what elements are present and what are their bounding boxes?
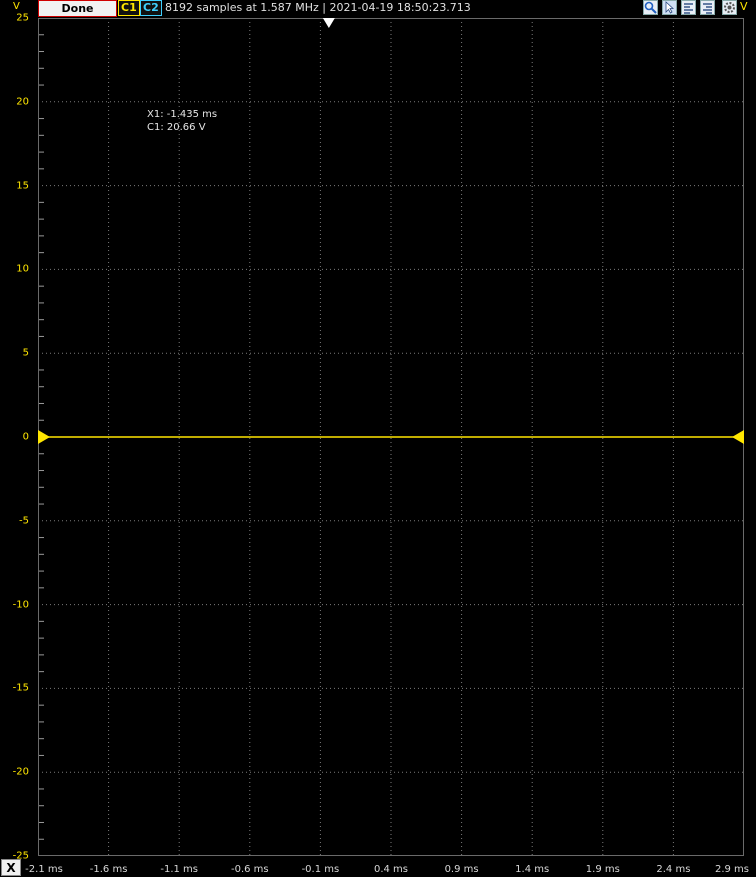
x-tick-label: 1.9 ms bbox=[585, 864, 620, 875]
x-tick-label: -2.1 ms bbox=[25, 864, 63, 875]
y-tick-label: 20 bbox=[16, 96, 29, 108]
x-tick-label: -1.6 ms bbox=[89, 864, 128, 875]
c1-offset-marker-left bbox=[38, 430, 50, 444]
cursor-c1-value: C1: 20.66 V bbox=[147, 122, 206, 133]
acquisition-status: 8192 samples at 1.587 MHz | 2021-04-19 1… bbox=[165, 1, 471, 14]
trigger-marker bbox=[322, 18, 335, 28]
toolbar: V Done C1 C2 8192 samples at 1.587 MHz |… bbox=[0, 0, 756, 17]
x-tick-label: -0.6 ms bbox=[230, 864, 269, 875]
cursor-x1-value: X1: -1.435 ms bbox=[147, 109, 218, 120]
y-tick-label: -15 bbox=[12, 682, 29, 694]
scroll-indicator: V bbox=[740, 0, 748, 13]
pointer-icon[interactable] bbox=[662, 0, 677, 15]
x-tick-label: 2.4 ms bbox=[656, 864, 691, 875]
c1-offset-marker-right bbox=[732, 430, 744, 444]
y-tick-label: -10 bbox=[12, 599, 29, 611]
y-tick-label: 0 bbox=[22, 431, 29, 443]
y-axis-unit: V bbox=[13, 1, 20, 12]
x-axis: -2.1 ms -1.6 ms -1.1 ms -0.6 ms -0.1 ms 0.4 m… bbox=[0, 858, 756, 877]
y-tick-label: 10 bbox=[16, 263, 29, 275]
y-tick-label: 15 bbox=[16, 180, 29, 192]
x-tick-label: -1.1 ms bbox=[160, 864, 199, 875]
cursor-readout: X1: -1.435 ms C1: 20.66 V bbox=[147, 108, 217, 134]
x-tick-label: 0.9 ms bbox=[444, 864, 479, 875]
channel-1-button[interactable]: C1 bbox=[118, 0, 140, 16]
y-tick-label: -20 bbox=[12, 766, 29, 778]
align-right-icon[interactable] bbox=[700, 0, 715, 15]
zoom-icon[interactable] bbox=[643, 0, 658, 15]
x-tick-label: 2.9 ms bbox=[714, 864, 750, 875]
done-button[interactable]: Done bbox=[38, 0, 117, 17]
x-tick-label: -0.1 ms bbox=[301, 864, 340, 875]
y-tick-label: 25 bbox=[16, 12, 29, 24]
y-tick-label: -5 bbox=[19, 515, 29, 527]
align-left-icon[interactable] bbox=[681, 0, 696, 15]
channel-2-button[interactable]: C2 bbox=[140, 0, 162, 16]
y-tick-label: 5 bbox=[22, 347, 29, 359]
x-axis-button[interactable]: X bbox=[1, 859, 21, 876]
plot-area[interactable] bbox=[38, 18, 744, 856]
plot-canvas bbox=[38, 18, 744, 856]
settings-icon[interactable] bbox=[722, 0, 737, 15]
x-tick-label: 1.4 ms bbox=[515, 864, 550, 875]
x-tick-label: 0.4 ms bbox=[373, 864, 409, 875]
